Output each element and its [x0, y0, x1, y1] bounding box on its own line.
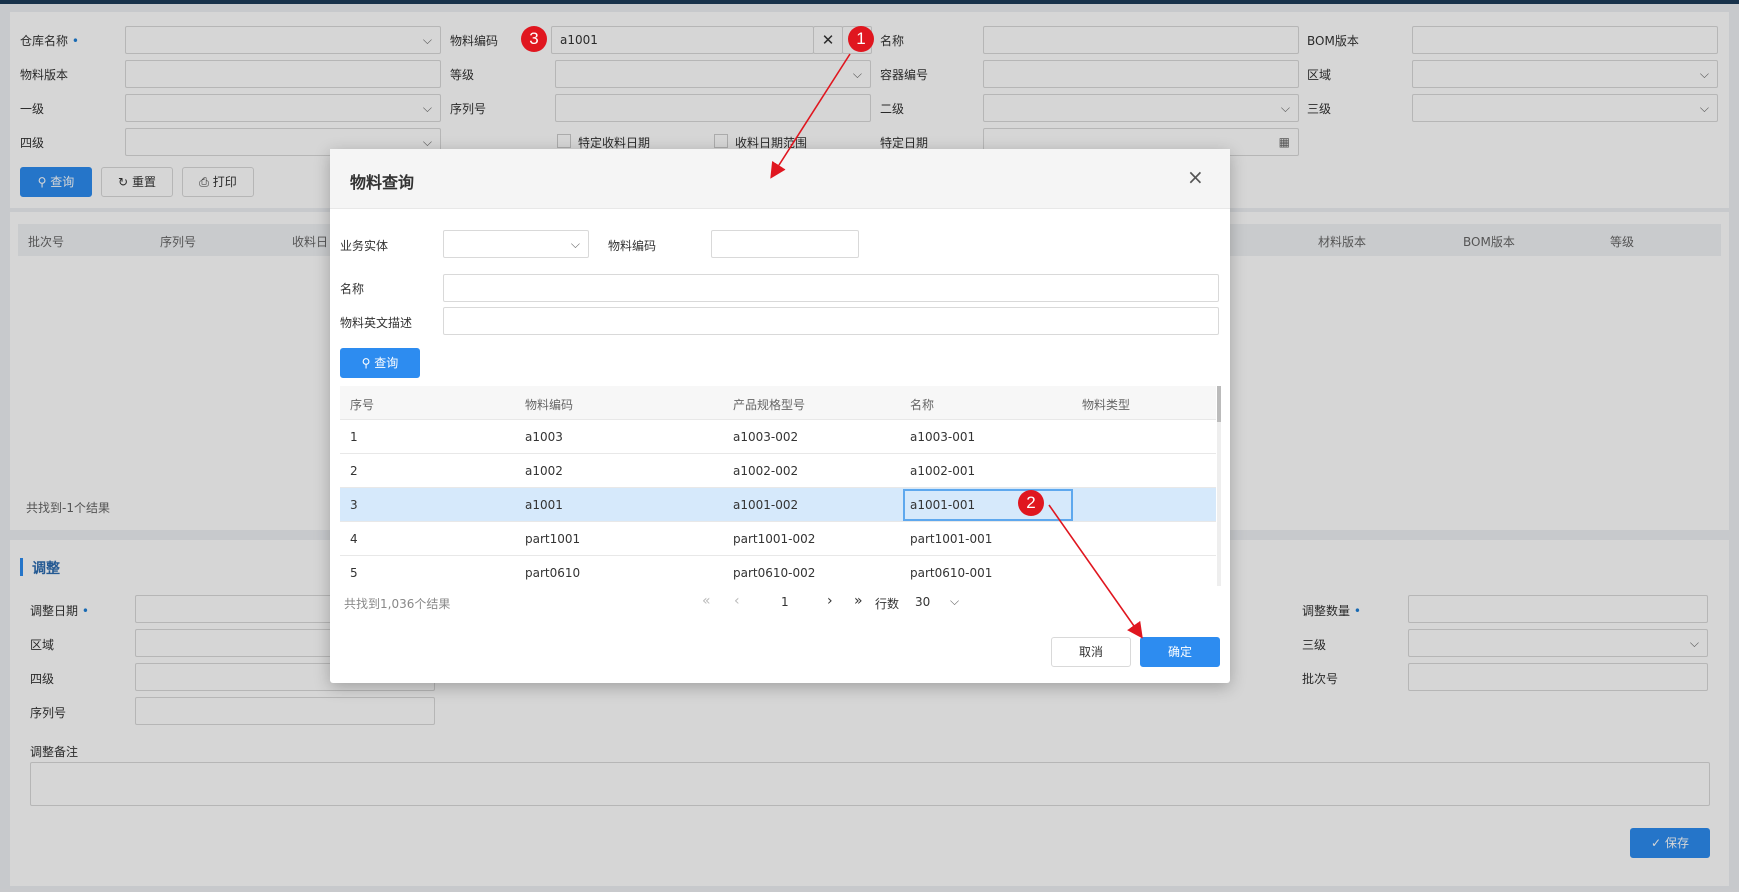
annotation-arrows [770, 53, 1143, 639]
arrow-2 [1048, 504, 1143, 639]
arrow-1 [770, 53, 851, 179]
annotation-badge-2: 2 [1018, 490, 1044, 516]
annotation-badge-3: 3 [521, 26, 547, 52]
annotation-badge-1: 1 [848, 26, 874, 52]
